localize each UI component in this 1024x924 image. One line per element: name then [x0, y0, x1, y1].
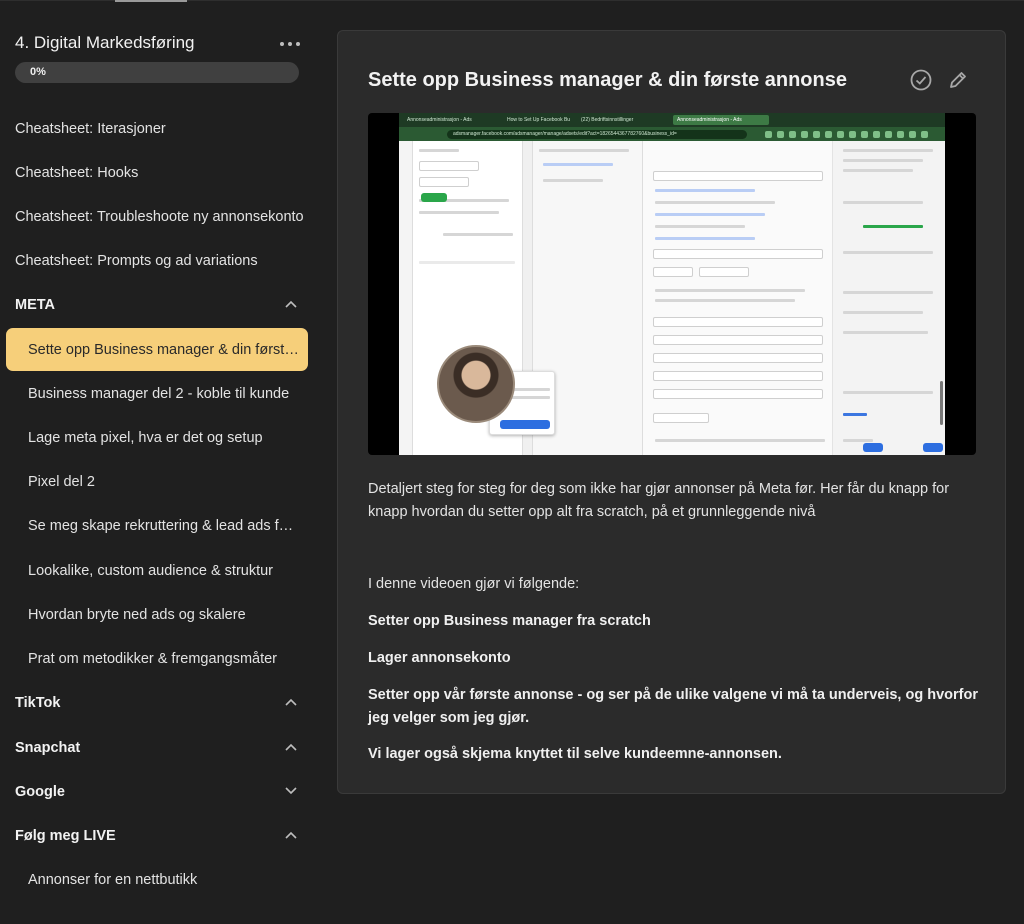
sidebar-item-meta-pixel[interactable]: Lage meta pixel, hva er det og setup: [28, 426, 300, 450]
video-frame-browser: Annonseadministrasjon - Ads How to Set U…: [399, 113, 945, 455]
sidebar-item-active-lesson[interactable]: Sette opp Business manager & din første …: [6, 328, 308, 371]
video-browser-tab: (22) Bedriftsinnstillinger: [581, 117, 634, 123]
video-ads-left-rail: [399, 141, 413, 455]
chevron-up-icon: [285, 698, 297, 706]
edit-pencil-icon[interactable]: [947, 69, 969, 91]
lesson-description: Detaljert steg for steg for deg som ikke…: [368, 481, 950, 520]
video-next-button: [863, 443, 883, 452]
lesson-title: Sette opp Business manager & din første …: [368, 69, 847, 91]
video-browser-tab: Annonseadministrasjon - Ads: [673, 115, 769, 125]
video-webcam-overlay: [437, 345, 515, 423]
sidebar-item-cheatsheet-prompts[interactable]: Cheatsheet: Prompts og ad variations: [15, 249, 305, 273]
section-snapchat[interactable]: Snapchat: [15, 736, 301, 760]
chevron-up-icon: [285, 831, 297, 839]
video-ads-panel-audience: [833, 141, 945, 455]
sidebar-item-bryte-ned-ads[interactable]: Hvordan bryte ned ads og skalere: [28, 603, 300, 627]
sidebar-item-rekruttering-lead-ads[interactable]: Se meg skape rekruttering & lead ads for…: [28, 514, 300, 538]
section-meta-label: META: [15, 297, 56, 313]
sidebar-item-nettbutikk[interactable]: Annonser for en nettbutikk: [28, 868, 300, 892]
video-browser-tab: Annonseadministrasjon - Ads: [407, 117, 472, 123]
section-snapchat-label: Snapchat: [15, 740, 81, 756]
sidebar-item-business-manager-del-2[interactable]: Business manager del 2 - koble til kunde: [28, 382, 300, 406]
lesson-step: Setter opp Business manager fra scratch: [368, 613, 651, 629]
section-meta[interactable]: META: [15, 293, 301, 317]
lesson-step: Setter opp vår første annonse - og ser p…: [368, 687, 978, 726]
section-live[interactable]: Følg meg LIVE: [15, 824, 301, 848]
course-sidebar: 4. Digital Markedsføring 0% Cheatsheet: …: [0, 0, 318, 924]
video-browser-tab: How to Set Up Facebook Bu: [507, 117, 571, 123]
sidebar-item-cheatsheet-troubleshoote[interactable]: Cheatsheet: Troubleshoote ny annonsekont…: [15, 205, 305, 229]
section-live-label: Følg meg LIVE: [15, 828, 116, 844]
progress-label: 0%: [30, 66, 46, 78]
sidebar-item-metodikker[interactable]: Prat om metodikker & fremgangsmåter: [28, 647, 300, 671]
lesson-card: Sette opp Business manager & din første …: [337, 30, 1006, 794]
lesson-video-player[interactable]: Annonseadministrasjon - Ads How to Set U…: [368, 113, 976, 455]
video-browser-urlbar: adsmanager.facebook.com/adsmanager/manag…: [399, 127, 945, 141]
course-title: 4. Digital Markedsføring: [15, 33, 195, 52]
mark-complete-icon[interactable]: [910, 69, 932, 91]
section-google-label: Google: [15, 784, 65, 800]
chevron-up-icon: [285, 300, 297, 308]
section-google[interactable]: Google: [15, 780, 301, 804]
video-browser-tabbar: Annonseadministrasjon - Ads How to Set U…: [399, 113, 945, 127]
chevron-up-icon: [285, 743, 297, 751]
lesson-step: Lager annonsekonto: [368, 650, 511, 666]
sidebar-item-cheatsheet-hooks[interactable]: Cheatsheet: Hooks: [15, 161, 305, 185]
section-tiktok[interactable]: TikTok: [15, 691, 301, 715]
more-options-icon[interactable]: [280, 36, 300, 52]
lesson-intro: I denne videoen gjør vi følgende:: [368, 576, 580, 592]
lesson-step: Vi lager også skjema knyttet til selve k…: [368, 746, 782, 762]
sidebar-item-pixel-del-2[interactable]: Pixel del 2: [28, 470, 300, 494]
video-create-button: [421, 193, 447, 202]
video-publish-button: [923, 443, 943, 452]
video-browser-url: adsmanager.facebook.com/adsmanager/manag…: [447, 130, 747, 139]
course-progress-bar: 0%: [15, 62, 299, 83]
section-tiktok-label: TikTok: [15, 695, 61, 711]
sidebar-item-label: Sette opp Business manager & din første …: [28, 342, 300, 358]
sidebar-item-cheatsheet-iterasjoner[interactable]: Cheatsheet: Iterasjoner: [15, 117, 305, 141]
chevron-down-icon: [285, 787, 297, 795]
video-ads-panel-form: [643, 141, 833, 455]
sidebar-item-lookalike[interactable]: Lookalike, custom audience & struktur: [28, 559, 300, 583]
video-scrollbar: [940, 381, 943, 425]
